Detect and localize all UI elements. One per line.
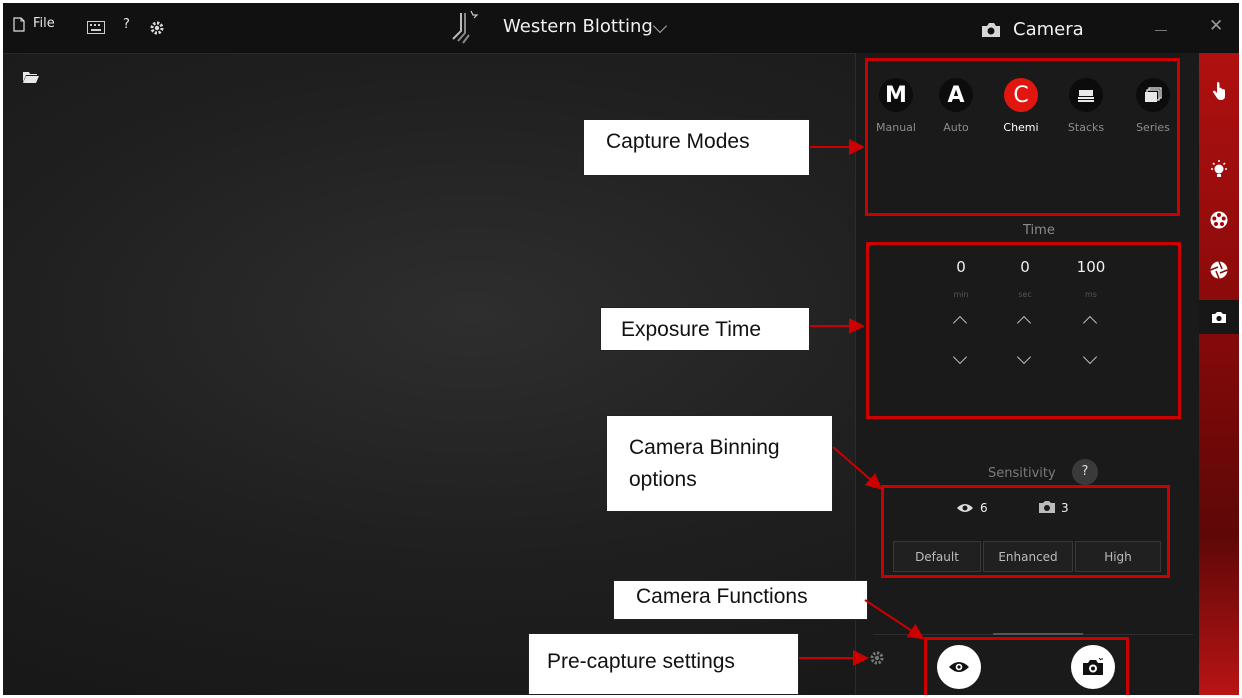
pre-capture-callout: Pre-capture settings [528, 633, 799, 695]
capture-modes-callout: Capture Modes [583, 119, 810, 176]
camera-icon [982, 23, 1000, 37]
binning-highlight [881, 485, 1170, 578]
light-icon[interactable] [1199, 153, 1239, 187]
camera-functions-highlight [924, 637, 1129, 695]
title-bar: File ? Western Blotting Camera ✕ [3, 3, 1239, 54]
touch-icon[interactable] [1199, 75, 1239, 109]
right-sidebar [1199, 53, 1239, 695]
exposure-time-highlight [866, 242, 1181, 419]
camera-functions-callout-text: Camera Functions [636, 585, 808, 608]
file-menu-label: File [33, 16, 55, 31]
app-logo-icon [452, 10, 479, 44]
capture-modes-callout-text: Capture Modes [606, 130, 750, 153]
filter-wheel-icon[interactable] [1199, 203, 1239, 237]
capture-modes-highlight [865, 58, 1180, 216]
sensitivity-help-button[interactable]: ? [1072, 459, 1098, 485]
panel-title: Camera [1013, 19, 1084, 40]
app-title[interactable]: Western Blotting [503, 16, 653, 37]
camera-binning-callout: Camera Binning options [606, 415, 833, 512]
settings-icon[interactable] [149, 20, 165, 36]
keyboard-icon[interactable] [87, 21, 105, 34]
sensitivity-header: Sensitivity [988, 466, 1056, 481]
exposure-time-callout: Exposure Time [600, 307, 810, 351]
pre-capture-settings-icon[interactable] [869, 650, 885, 666]
camera-functions-callout: Camera Functions [613, 580, 868, 620]
pre-capture-callout-text: Pre-capture settings [547, 650, 735, 673]
folder-icon[interactable] [23, 71, 39, 83]
camera-binning-callout-line2: options [629, 468, 697, 491]
help-button[interactable]: ? [123, 17, 130, 32]
minimize-icon[interactable] [1155, 30, 1167, 31]
camera-tab-icon[interactable] [1199, 300, 1239, 334]
file-icon [13, 17, 25, 32]
progress-track [993, 633, 1083, 635]
time-header: Time [1023, 223, 1055, 238]
app-window: File ? Western Blotting Camera ✕ M Manua… [3, 3, 1239, 695]
close-icon[interactable]: ✕ [1209, 16, 1223, 36]
exposure-time-callout-text: Exposure Time [621, 318, 762, 341]
chevron-down-icon[interactable] [652, 18, 668, 34]
camera-binning-callout-line1: Camera Binning [629, 436, 780, 459]
aperture-icon[interactable] [1199, 253, 1239, 287]
